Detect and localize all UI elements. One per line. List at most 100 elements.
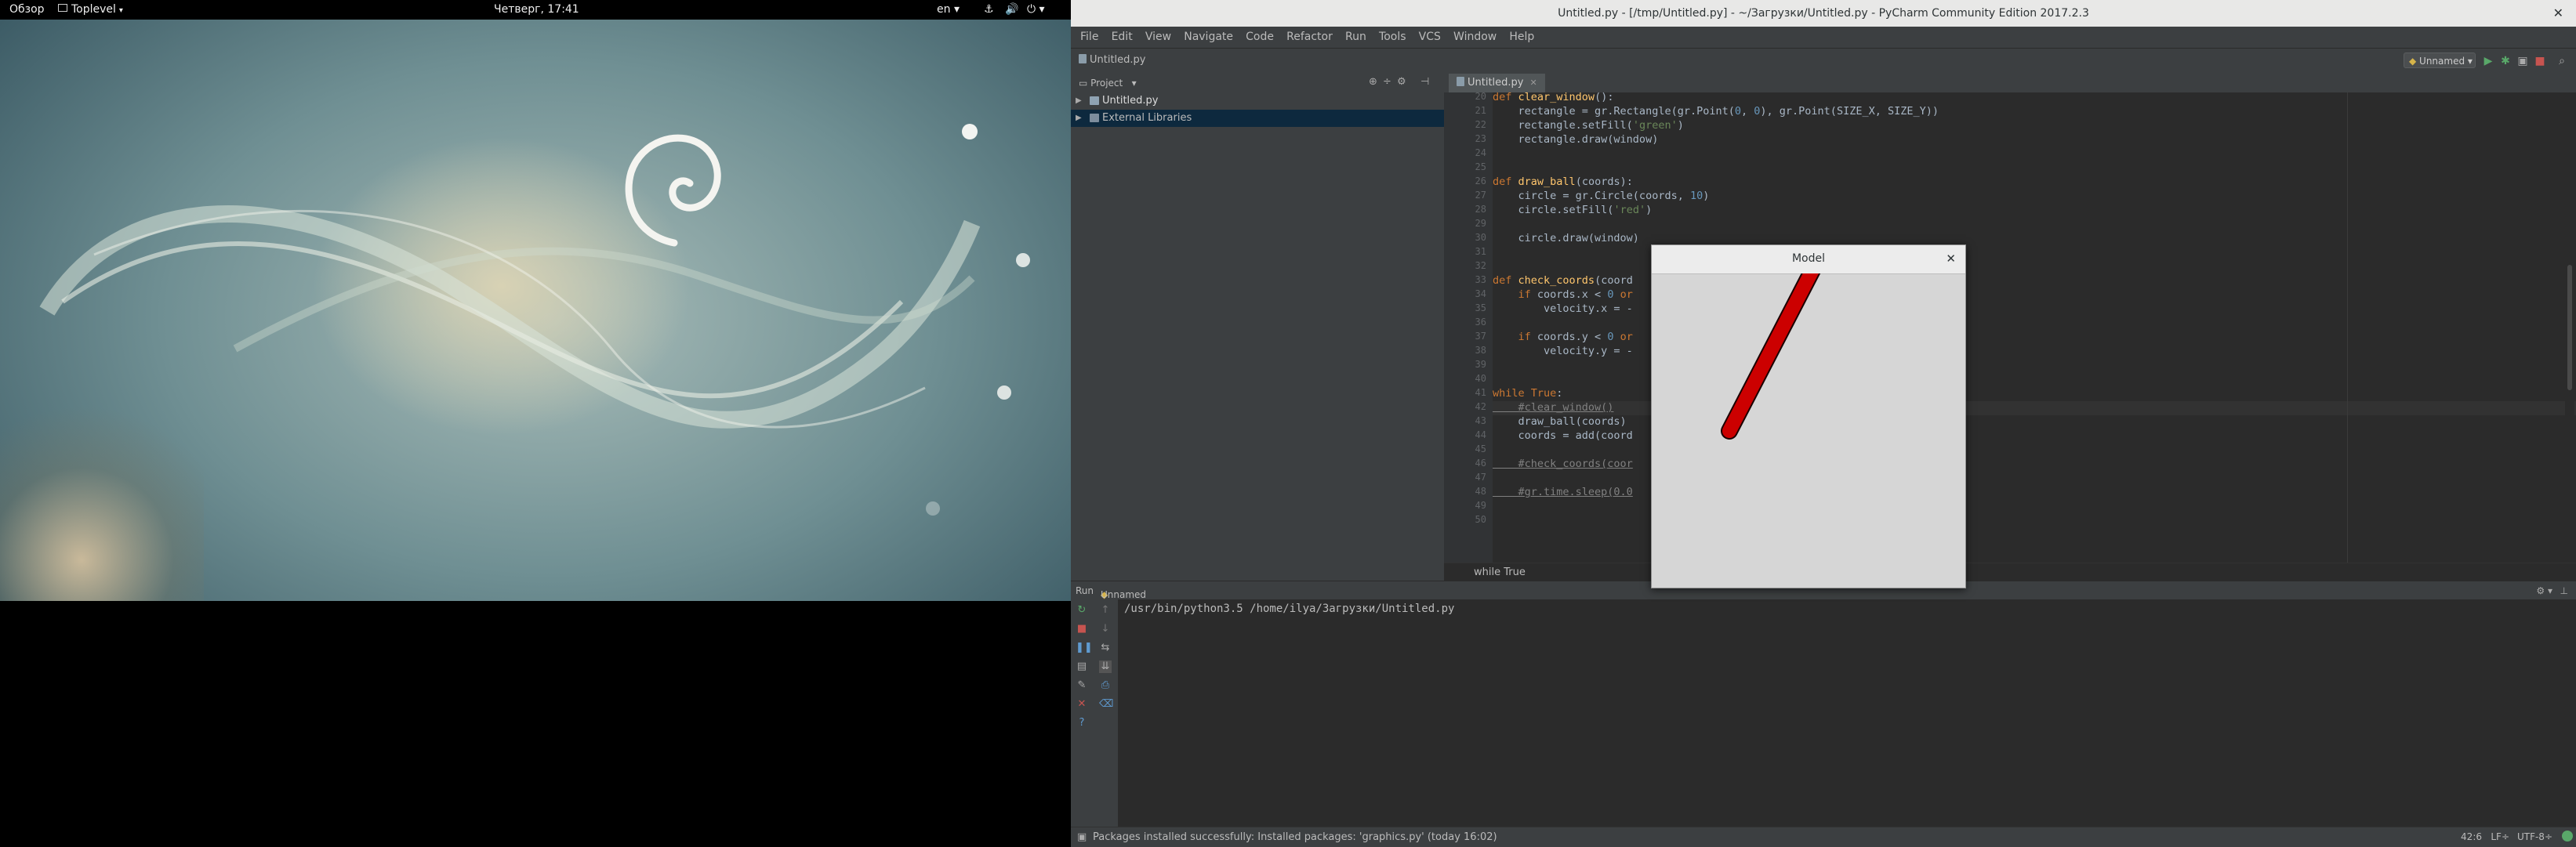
stop-icon[interactable]: ■: [1076, 623, 1088, 635]
search-icon[interactable]: ⌕: [2556, 55, 2568, 67]
menu-code[interactable]: Code: [1246, 31, 1274, 43]
code-line[interactable]: rectangle = gr.Rectangle(gr.Point(0, 0),…: [1493, 105, 1939, 118]
keyboard-layout-indicator[interactable]: en ▾: [937, 3, 960, 16]
model-titlebar[interactable]: Model ✕: [1652, 245, 1965, 274]
wallpaper-orb: [926, 501, 940, 516]
volume-icon[interactable]: 🔊: [1005, 3, 1018, 16]
desktop-wallpaper[interactable]: [0, 20, 1071, 601]
tree-item-external-libraries[interactable]: ▶ External Libraries: [1071, 110, 1444, 127]
code-line[interactable]: circle = gr.Circle(coords, 10): [1493, 190, 1710, 202]
caret-position[interactable]: 42:6: [2461, 831, 2482, 842]
network-icon[interactable]: ⚓: [984, 3, 994, 16]
pin-icon[interactable]: ✎: [1076, 679, 1088, 692]
line-number: 26: [1475, 176, 1486, 186]
scroll-to-end-icon[interactable]: ⇊: [1099, 661, 1112, 673]
print-icon[interactable]: ⎙: [1099, 679, 1112, 692]
code-line[interactable]: if coords.x < 0 or: [1493, 288, 1633, 301]
code-line[interactable]: circle.setFill('red'): [1493, 204, 1653, 216]
code-line[interactable]: while True:: [1493, 387, 1562, 400]
window-titlebar[interactable]: Untitled.py - [/tmp/Untitled.py] - ~/Заг…: [1071, 0, 2576, 27]
menu-vcs[interactable]: VCS: [1419, 31, 1441, 43]
toggle-panels-icon[interactable]: ▣: [1077, 831, 1087, 843]
close-run-icon[interactable]: ✕: [1076, 698, 1088, 711]
project-view-selector[interactable]: ▭ Project ▾: [1079, 78, 1137, 89]
menu-refactor[interactable]: Refactor: [1286, 31, 1333, 43]
collapse-icon[interactable]: ÷: [1383, 76, 1391, 88]
code-line[interactable]: if coords.y < 0 or: [1493, 331, 1633, 343]
hide-panel-icon[interactable]: ⊣: [1420, 76, 1429, 88]
stop-icon[interactable]: ■: [2534, 55, 2546, 67]
clock[interactable]: Четверг, 17:41: [494, 3, 579, 16]
sync-icon[interactable]: ⊕: [1369, 76, 1377, 88]
expand-arrow-icon[interactable]: ▶: [1076, 110, 1082, 127]
tree-item-file[interactable]: ▶ Untitled.py: [1071, 92, 1444, 110]
wallpaper-swirls: [39, 205, 981, 429]
coverage-icon[interactable]: ▣: [2516, 55, 2529, 67]
code-line[interactable]: rectangle.draw(window): [1493, 133, 1659, 146]
code-line[interactable]: rectangle.setFill('green'): [1493, 119, 1684, 132]
scrollbar-thumb[interactable]: [2567, 265, 2572, 390]
run-icon[interactable]: ▶: [2482, 55, 2494, 67]
file-encoding[interactable]: UTF-8÷: [2517, 831, 2552, 842]
code-line[interactable]: velocity.y = -: [1493, 345, 1633, 357]
gear-icon[interactable]: ⚙ ▾: [2536, 585, 2552, 596]
line-number: 39: [1475, 359, 1486, 370]
run-panel-label: Run: [1076, 585, 1094, 596]
model-canvas[interactable]: [1652, 257, 1965, 588]
line-separator[interactable]: LF÷: [2491, 831, 2509, 842]
code-line[interactable]: circle.draw(window): [1493, 232, 1639, 244]
navigation-bar: Untitled.py ◆ Unnamed ▾ ▶ ✱ ▣ ■ ⌕: [1071, 49, 2576, 74]
menu-tools[interactable]: Tools: [1379, 31, 1406, 43]
run-console[interactable]: /usr/bin/python3.5 /home/ilya/Загрузки/U…: [1118, 599, 2576, 827]
code-line[interactable]: velocity.x = -: [1493, 302, 1633, 315]
code-line[interactable]: #clear_window(): [1493, 401, 1614, 414]
up-arrow-icon[interactable]: ↑: [1099, 604, 1112, 617]
code-line[interactable]: coords = add(coord: [1493, 429, 1633, 442]
expand-arrow-icon[interactable]: ▶: [1076, 92, 1082, 110]
menu-file[interactable]: File: [1080, 31, 1098, 43]
run-config-selector[interactable]: ◆ Unnamed ▾: [2404, 52, 2476, 68]
menu-run[interactable]: Run: [1345, 31, 1366, 43]
close-icon[interactable]: ✕: [2553, 5, 2563, 20]
pause-icon[interactable]: ❚❚: [1076, 642, 1093, 654]
rerun-icon[interactable]: ↻: [1076, 604, 1088, 617]
gear-icon[interactable]: ⚙: [1397, 76, 1406, 88]
tab-untitled-py[interactable]: Untitled.py ✕: [1449, 74, 1545, 92]
down-arrow-icon[interactable]: ↓: [1099, 623, 1112, 635]
layout-icon[interactable]: ▤: [1076, 661, 1088, 673]
code-breadcrumb[interactable]: while True: [1474, 566, 1526, 578]
code-line[interactable]: #gr.time.sleep(0.0: [1493, 486, 1633, 498]
breadcrumb[interactable]: Untitled.py: [1079, 54, 1146, 66]
code-line[interactable]: def draw_ball(coords):: [1493, 176, 1633, 188]
menu-window[interactable]: Window: [1453, 31, 1497, 43]
menu-navigate[interactable]: Navigate: [1184, 31, 1233, 43]
menu-view[interactable]: View: [1145, 31, 1171, 43]
close-icon[interactable]: ✕: [1946, 252, 1956, 266]
menu-help[interactable]: Help: [1509, 31, 1534, 43]
model-window[interactable]: Model ✕: [1651, 244, 1966, 588]
code-line[interactable]: def clear_window():: [1493, 91, 1613, 103]
code-breadcrumb-bar: while True: [1444, 563, 2576, 581]
hide-panel-icon[interactable]: ⊥: [2560, 585, 2568, 596]
status-message[interactable]: Packages installed successfully: Install…: [1093, 831, 1497, 843]
keyboard-layout-label: en: [937, 3, 951, 16]
power-icon[interactable]: ⏻ ▾: [1027, 3, 1045, 16]
soft-wrap-icon[interactable]: ⇆: [1099, 642, 1112, 654]
python-config-icon: ◆: [2409, 56, 2420, 67]
event-log-icon[interactable]: [2562, 831, 2573, 842]
code-line[interactable]: def check_coords(coord: [1493, 274, 1633, 287]
code-line[interactable]: draw_ball(coords): [1493, 415, 1627, 428]
close-tab-icon[interactable]: ✕: [1530, 78, 1537, 88]
activities-button[interactable]: Обзор: [9, 3, 45, 16]
app-menu-button[interactable]: Toplevel ▾: [58, 3, 123, 16]
app-menu-label: Toplevel: [71, 3, 116, 16]
menu-edit[interactable]: Edit: [1112, 31, 1133, 43]
clear-all-icon[interactable]: ⌫: [1099, 698, 1113, 711]
code-line[interactable]: #check_coords(coor: [1493, 458, 1633, 470]
help-icon[interactable]: ?: [1076, 717, 1088, 729]
debug-icon[interactable]: ✱: [2499, 55, 2512, 67]
line-number: 41: [1475, 387, 1486, 398]
breadcrumb-file: Untitled.py: [1090, 54, 1146, 66]
ball-trail: [1721, 257, 1823, 440]
editor-scrollbar[interactable]: [2565, 92, 2574, 563]
